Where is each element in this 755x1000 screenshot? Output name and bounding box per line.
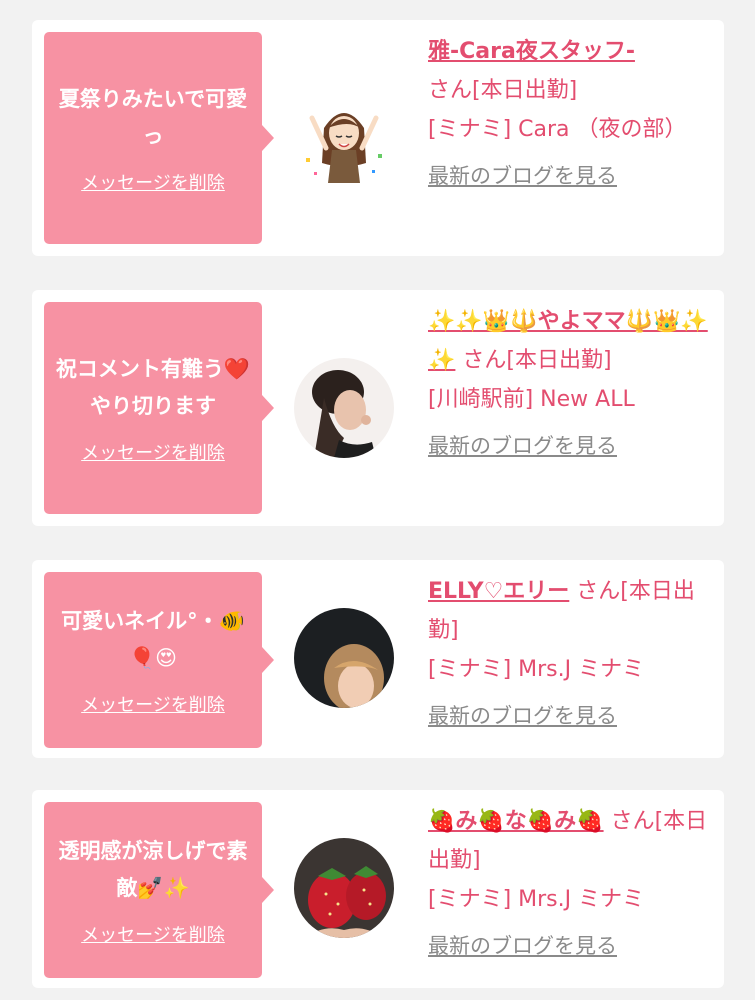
- message-card: 可愛いネイル°・🐠🎈😍 メッセージを削除 ELLY♡エリー さん[本日出勤] […: [32, 560, 724, 758]
- latest-blog-link[interactable]: 最新のブログを見る: [428, 697, 617, 736]
- shop-name: [ミナミ] Mrs.J ミナミ: [428, 657, 645, 682]
- message-text: 祝コメント有難う❤️やり切ります: [55, 357, 251, 418]
- cast-info: ✨✨👑🔱やよママ🔱👑✨✨ さん[本日出勤] [川崎駅前] New ALL 最新の…: [428, 302, 714, 466]
- delete-message-link[interactable]: メッセージを削除: [81, 169, 225, 195]
- message-card: 夏祭りみたいで可愛っ メッセージを削除 雅-Cara夜スタッフ- さん[本日出勤…: [32, 20, 724, 256]
- cast-info: ELLY♡エリー さん[本日出勤] [ミナミ] Mrs.J ミナミ 最新のブログ…: [428, 572, 714, 736]
- message-text: 透明感が涼しげで素敵💅✨: [58, 839, 248, 900]
- message-card: 祝コメント有難う❤️やり切ります メッセージを削除 ✨✨👑🔱やよママ🔱👑✨✨ さ…: [32, 290, 724, 526]
- delete-message-link[interactable]: メッセージを削除: [81, 921, 225, 947]
- shop-name: [ミナミ] Mrs.J ミナミ: [428, 887, 645, 912]
- cast-info: 雅-Cara夜スタッフ- さん[本日出勤] [ミナミ] Cara （夜の部） 最…: [428, 32, 714, 196]
- message-bubble: 可愛いネイル°・🐠🎈😍 メッセージを削除: [44, 572, 274, 748]
- avatar[interactable]: [294, 358, 394, 458]
- avatar-woman-photo-image: [294, 358, 394, 458]
- cast-info: 🍓み🍓な🍓み🍓 さん[本日出勤] [ミナミ] Mrs.J ミナミ 最新のブログを…: [428, 802, 714, 966]
- cast-name-link[interactable]: ELLY♡エリー: [428, 579, 569, 604]
- avatar-strawberry-photo-image: [294, 838, 394, 938]
- shop-name: [川崎駅前] New ALL: [428, 387, 635, 412]
- message-bubble: 祝コメント有難う❤️やり切ります メッセージを削除: [44, 302, 274, 514]
- avatar[interactable]: [294, 88, 394, 188]
- avatar-woman-photo-image: [294, 608, 394, 708]
- avatar[interactable]: [294, 608, 394, 708]
- delete-message-link[interactable]: メッセージを削除: [81, 439, 225, 465]
- attendance-status: さん[本日出勤]: [428, 78, 578, 103]
- shop-name: [ミナミ] Cara （夜の部）: [428, 117, 687, 142]
- cast-name-link[interactable]: 🍓み🍓な🍓み🍓: [428, 809, 604, 834]
- latest-blog-link[interactable]: 最新のブログを見る: [428, 427, 617, 466]
- avatar[interactable]: [294, 838, 394, 938]
- message-card: 透明感が涼しげで素敵💅✨ メッセージを削除 🍓み🍓な🍓み🍓 さん[本日出勤] […: [32, 790, 724, 988]
- message-text: 可愛いネイル°・🐠🎈😍: [61, 609, 245, 670]
- latest-blog-link[interactable]: 最新のブログを見る: [428, 927, 617, 966]
- cast-name-link[interactable]: 雅-Cara夜スタッフ-: [428, 39, 635, 64]
- message-bubble: 透明感が涼しげで素敵💅✨ メッセージを削除: [44, 802, 274, 978]
- delete-message-link[interactable]: メッセージを削除: [81, 691, 225, 717]
- attendance-status: さん[本日出勤]: [462, 348, 612, 373]
- message-bubble: 夏祭りみたいで可愛っ メッセージを削除: [44, 32, 274, 244]
- latest-blog-link[interactable]: 最新のブログを見る: [428, 157, 617, 196]
- message-text: 夏祭りみたいで可愛っ: [58, 87, 248, 148]
- avatar-cartoon-girl-image: [294, 88, 394, 188]
